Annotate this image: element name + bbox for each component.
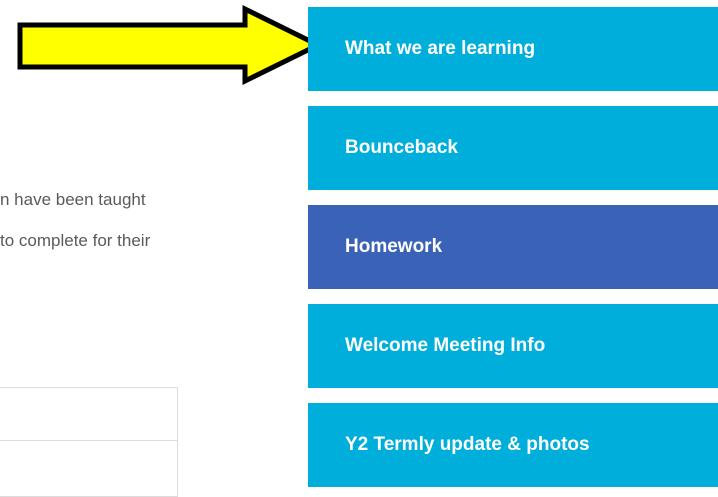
nav-item-label: Welcome Meeting Info bbox=[345, 335, 546, 356]
content-text-line: to complete for their bbox=[0, 231, 151, 250]
content-table bbox=[0, 387, 178, 497]
content-text-line: n have been taught bbox=[0, 190, 146, 209]
arrow-annotation-icon bbox=[17, 4, 324, 86]
nav-item-y2-termly-update[interactable]: Y2 Termly update & photos bbox=[308, 403, 718, 487]
nav-item-bounceback[interactable]: Bounceback bbox=[308, 106, 718, 190]
nav-item-what-we-are-learning[interactable]: What we are learning bbox=[308, 7, 718, 91]
nav-item-welcome-meeting-info[interactable]: Welcome Meeting Info bbox=[308, 304, 718, 388]
nav-item-homework[interactable]: Homework bbox=[308, 205, 718, 289]
table-row-divider bbox=[0, 440, 177, 441]
nav-item-label: What we are learning bbox=[345, 38, 536, 59]
nav-item-label: Y2 Termly update & photos bbox=[345, 434, 590, 455]
nav-item-label: Homework bbox=[345, 236, 443, 257]
nav-item-label: Bounceback bbox=[345, 137, 458, 158]
